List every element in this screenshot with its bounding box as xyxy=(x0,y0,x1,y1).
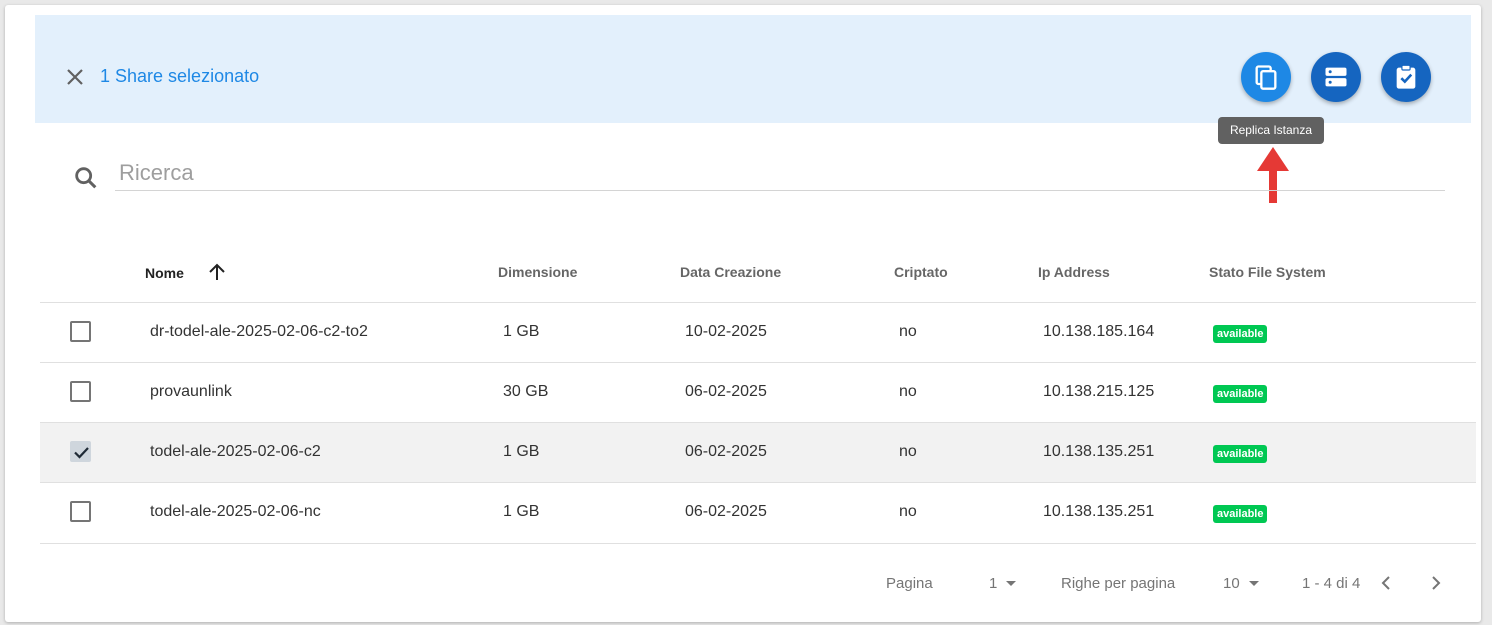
column-header-criptato[interactable]: Criptato xyxy=(894,264,948,280)
cell-dimensione: 1 GB xyxy=(503,323,540,340)
cell-nome: dr-todel-ale-2025-02-06-c2-to2 xyxy=(150,323,368,340)
tooltip: Replica Istanza xyxy=(1218,117,1324,144)
column-header-dimensione[interactable]: Dimensione xyxy=(498,264,577,280)
search-input[interactable] xyxy=(115,155,1445,191)
shares-card: 1 Share selezionato Replica Istanza Rice… xyxy=(5,5,1481,622)
page-select[interactable]: 1 xyxy=(989,575,997,592)
column-header-stato-file-system[interactable]: Stato File System xyxy=(1209,264,1326,280)
column-header-data-creazione[interactable]: Data Creazione xyxy=(680,264,781,280)
cell-ip-address: 10.138.215.125 xyxy=(1043,383,1155,400)
arrow-up-icon[interactable] xyxy=(205,260,229,284)
column-header-nome[interactable]: Nome xyxy=(145,265,184,281)
page-range: 1 - 4 di 4 xyxy=(1302,575,1361,592)
cell-nome: provaunlink xyxy=(150,383,232,400)
selection-toolbar: 1 Share selezionato xyxy=(35,15,1471,123)
cell-dimensione: 30 GB xyxy=(503,383,549,400)
page-label: Pagina xyxy=(886,575,933,592)
chevron-left-icon[interactable] xyxy=(1374,571,1398,595)
cell-criptato: no xyxy=(899,323,917,340)
selection-count: 1 Share selezionato xyxy=(100,66,260,86)
cell-criptato: no xyxy=(899,383,917,400)
status-badge: available xyxy=(1213,505,1268,523)
rows-per-page-label: Righe per pagina xyxy=(1061,575,1176,592)
status-badge: available xyxy=(1213,385,1268,403)
cell-dimensione: 1 GB xyxy=(503,443,540,460)
table-row-selected[interactable]: todel-ale-2025-02-06-c2 1 GB 06-02-2025 … xyxy=(40,422,1476,483)
server-button[interactable] xyxy=(1311,52,1361,102)
cell-ip-address: 10.138.135.251 xyxy=(1043,503,1155,520)
row-checkbox[interactable] xyxy=(70,501,91,522)
status-badge: available xyxy=(1213,445,1268,463)
column-header-ip-address[interactable]: Ip Address xyxy=(1038,264,1110,280)
cell-data-creazione: 06-02-2025 xyxy=(685,503,767,520)
table-row[interactable]: dr-todel-ale-2025-02-06-c2-to2 1 GB 10-0… xyxy=(40,302,1476,363)
search-icon xyxy=(75,167,97,189)
chevron-down-icon[interactable] xyxy=(1006,581,1016,586)
replica-istanza-button[interactable] xyxy=(1241,52,1291,102)
table-row[interactable]: provaunlink 30 GB 06-02-2025 no 10.138.2… xyxy=(40,362,1476,423)
row-checkbox[interactable] xyxy=(70,381,91,402)
row-checkbox[interactable] xyxy=(70,321,91,342)
cell-criptato: no xyxy=(899,503,917,520)
status-badge: available xyxy=(1213,325,1268,343)
row-checkbox-checked[interactable] xyxy=(70,441,91,462)
cell-ip-address: 10.138.135.251 xyxy=(1043,443,1155,460)
cell-nome: todel-ale-2025-02-06-nc xyxy=(150,503,321,520)
clipboard-check-icon xyxy=(1396,64,1416,89)
cell-data-creazione: 06-02-2025 xyxy=(685,443,767,460)
chevron-down-icon[interactable] xyxy=(1249,581,1259,586)
cell-data-creazione: 06-02-2025 xyxy=(685,383,767,400)
cell-nome: todel-ale-2025-02-06-c2 xyxy=(150,443,321,460)
copy-icon xyxy=(1255,65,1277,90)
server-icon xyxy=(1325,67,1347,87)
checkmark-icon xyxy=(74,447,89,459)
cell-ip-address: 10.138.185.164 xyxy=(1043,323,1155,340)
close-icon[interactable] xyxy=(63,65,87,89)
cell-data-creazione: 10-02-2025 xyxy=(685,323,767,340)
clipboard-check-button[interactable] xyxy=(1381,52,1431,102)
cell-criptato: no xyxy=(899,443,917,460)
chevron-right-icon[interactable] xyxy=(1424,571,1448,595)
rows-per-page-select[interactable]: 10 xyxy=(1223,575,1240,592)
table-row[interactable]: todel-ale-2025-02-06-nc 1 GB 06-02-2025 … xyxy=(40,482,1476,544)
cell-dimensione: 1 GB xyxy=(503,503,540,520)
